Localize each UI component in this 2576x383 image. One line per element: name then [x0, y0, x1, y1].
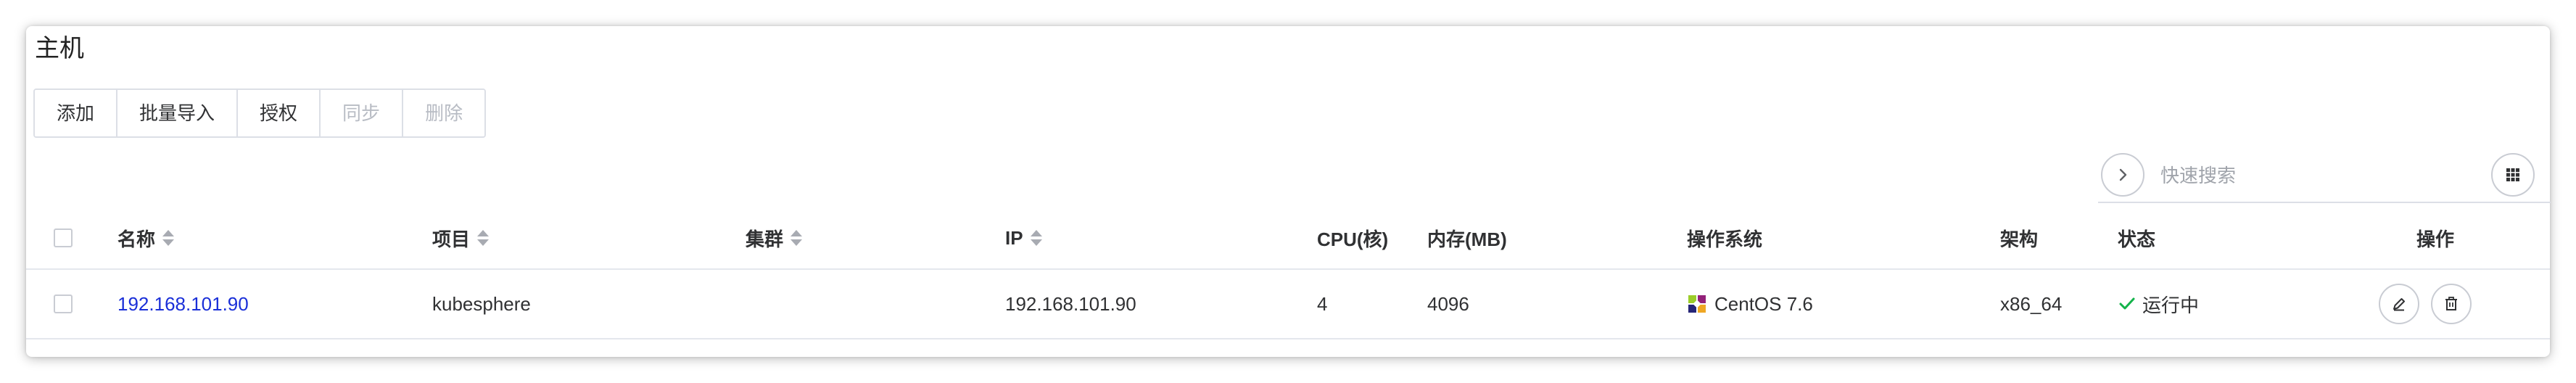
row-actions — [2379, 270, 2472, 338]
chevron-right-icon — [2119, 168, 2127, 181]
host-ip: 192.168.101.90 — [1005, 292, 1136, 315]
add-button[interactable]: 添加 — [35, 90, 118, 136]
host-status: 运行中 — [2118, 270, 2199, 338]
column-header-label: 项目 — [432, 228, 471, 250]
column-header-arch: 架构 — [2000, 228, 2039, 250]
search-input[interactable] — [2159, 157, 2481, 194]
authorize-button[interactable]: 授权 — [238, 90, 321, 136]
check-icon — [2119, 297, 2135, 310]
host-cpu: 4 — [1317, 292, 1328, 315]
column-header-project[interactable]: 项目 — [432, 207, 490, 268]
column-header-ip[interactable]: IP — [1005, 207, 1042, 268]
host-name-link[interactable]: 192.168.101.90 — [117, 270, 249, 338]
select-all-checkbox[interactable] — [54, 228, 73, 247]
column-header-label: IP — [1005, 226, 1023, 249]
delete-row-button[interactable] — [2431, 284, 2472, 324]
column-header-cpu: CPU(核) — [1317, 228, 1389, 250]
status-label: 运行中 — [2142, 294, 2200, 316]
row-checkbox[interactable] — [54, 295, 73, 313]
column-header-cluster[interactable]: 集群 — [746, 207, 803, 268]
delete-button[interactable]: 删除 — [403, 90, 485, 136]
host-project: kubesphere — [432, 292, 531, 315]
sort-icon[interactable] — [1030, 228, 1042, 247]
sync-button[interactable]: 同步 — [321, 90, 404, 136]
hosts-panel: 主机 添加 批量导入 授权 同步 删除 名称 — [26, 26, 2551, 357]
search-go-button[interactable] — [2101, 153, 2144, 197]
row-select-cell — [54, 270, 73, 338]
edit-button[interactable] — [2379, 284, 2419, 324]
host-memory: 4096 — [1427, 292, 1469, 315]
batch-import-button[interactable]: 批量导入 — [117, 90, 239, 136]
table-header-row: 名称 项目 集群 IP CPU(核) 内存(MB) 操作系统 架构 状态 操作 — [26, 207, 2550, 270]
os-label: CentOS 7.6 — [1714, 292, 1813, 315]
column-header-memory: 内存(MB) — [1427, 228, 1507, 250]
sort-icon[interactable] — [790, 228, 803, 247]
column-header-name[interactable]: 名称 — [117, 207, 175, 268]
page-title: 主机 — [35, 35, 84, 62]
delete-icon — [2445, 297, 2457, 310]
select-all-cell — [54, 207, 73, 268]
column-settings-button[interactable] — [2491, 153, 2535, 197]
column-header-actions: 操作 — [2416, 228, 2455, 250]
table-row: 192.168.101.90 kubesphere 192.168.101.90… — [26, 270, 2550, 339]
sort-icon[interactable] — [162, 228, 175, 247]
toolbar-button-group: 添加 批量导入 授权 同步 删除 — [33, 88, 487, 138]
column-header-label: 名称 — [117, 228, 156, 250]
centos-icon — [1687, 294, 1707, 314]
edit-icon — [2393, 298, 2405, 311]
grid-icon — [2506, 168, 2519, 181]
column-header-label: 集群 — [746, 228, 784, 250]
column-header-status: 状态 — [2118, 228, 2156, 250]
search-bar — [2098, 149, 2551, 203]
host-arch: x86_64 — [2000, 292, 2063, 315]
host-os: CentOS 7.6 — [1687, 270, 1813, 338]
column-header-os: 操作系统 — [1687, 228, 1763, 250]
sort-icon[interactable] — [477, 228, 490, 247]
